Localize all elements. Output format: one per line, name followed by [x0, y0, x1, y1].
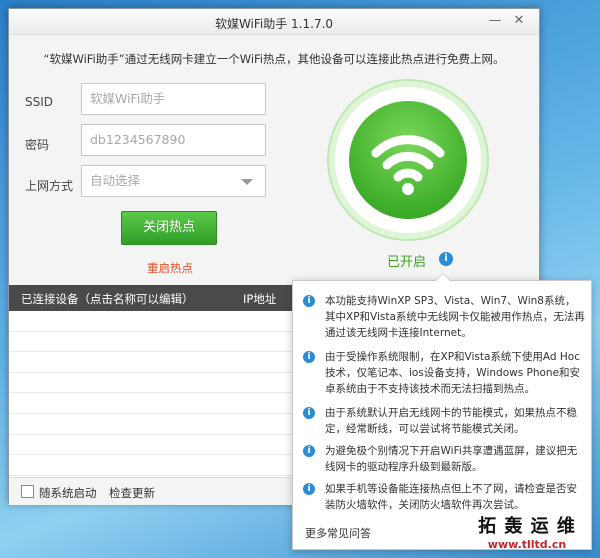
info-icon: i — [303, 445, 315, 457]
info-icon: i — [303, 295, 315, 307]
tip-item: i 由于受操作系统限制，在XP和Vista系统下使用Ad Hoc技术，仅笔记本、… — [303, 349, 585, 397]
watermark-text: 拓 轰 运 维 — [478, 516, 576, 537]
tip-item: i 由于系统默认开启无线网卡的节能模式，如果热点不稳定，经常断线，可以尝试将节能… — [303, 405, 585, 437]
tip-item: i 本功能支持WinXP SP3、Vista、Win7、Win8系统，其中XP和… — [303, 293, 585, 341]
wifi-icon — [371, 135, 445, 195]
col-ip-address[interactable]: IP地址 — [243, 291, 276, 307]
window-title: 软媒WiFi助手 1.1.7.0 — [214, 17, 334, 31]
tip-text: 由于受操作系统限制，在XP和Vista系统下使用Ad Hoc技术，仅笔记本、io… — [325, 351, 581, 395]
tip-text: 本功能支持WinXP SP3、Vista、Win7、Win8系统，其中XP和Vi… — [325, 295, 585, 339]
info-icon[interactable]: i — [439, 252, 453, 266]
more-faq-link[interactable]: 更多常见问答 — [305, 525, 371, 541]
password-input[interactable]: db1234567890 — [81, 124, 266, 156]
title-bar: 软媒WiFi助手 1.1.7.0 — ✕ — [9, 9, 539, 35]
close-button[interactable]: ✕ — [509, 12, 529, 30]
chevron-down-icon — [241, 179, 253, 185]
hotspot-status-circle[interactable] — [329, 81, 487, 239]
site-watermark: 拓 轰 运 维 www.tlltd.cn — [462, 512, 592, 551]
ssid-label: SSID — [25, 95, 54, 109]
info-icon: i — [303, 407, 315, 419]
close-hotspot-button[interactable]: 关闭热点 — [121, 211, 217, 245]
password-label: 密码 — [25, 138, 50, 152]
ssid-input[interactable]: 软媒WiFi助手 — [81, 83, 266, 115]
tip-text: 如果手机等设备能连接热点但上不了网，请检查是否安装防火墙软件，关闭防火墙软件再次… — [325, 483, 577, 511]
app-description: “软媒WiFi助手”通过无线网卡建立一个WiFi热点，其他设备可以连接此热点进行… — [43, 52, 505, 66]
hotspot-status-text: 已开启 — [387, 255, 427, 270]
method-select[interactable]: 自动选择 — [81, 165, 266, 197]
restart-hotspot-link[interactable]: 重启热点 — [147, 260, 193, 276]
method-label: 上网方式 — [25, 179, 74, 193]
info-popup: i 本功能支持WinXP SP3、Vista、Win7、Win8系统，其中XP和… — [292, 273, 592, 550]
method-select-value: 自动选择 — [90, 173, 141, 188]
col-device-name[interactable]: 已连接设备（点击名称可以编辑） — [21, 291, 194, 307]
popup-pointer — [435, 273, 451, 281]
autostart-label: 随系统启动 — [39, 486, 97, 500]
tip-item: i 如果手机等设备能连接热点但上不了网，请检查是否安装防火墙软件，关闭防火墙软件… — [303, 481, 585, 513]
minimize-button[interactable]: — — [485, 12, 505, 30]
tip-text: 为避免极个别情况下开启WiFi共享遭遇蓝屏，建议把无线网卡的驱动程序升级到最新版… — [325, 445, 578, 473]
info-icon: i — [303, 351, 315, 363]
autostart-checkbox[interactable] — [21, 485, 34, 498]
check-update-link[interactable]: 检查更新 — [109, 485, 155, 501]
info-icon: i — [303, 483, 315, 495]
tip-text: 由于系统默认开启无线网卡的节能模式，如果热点不稳定，经常断线，可以尝试将节能模式… — [325, 407, 577, 435]
wifi-circle — [349, 101, 467, 219]
watermark-url: www.tlltd.cn — [487, 538, 567, 551]
tip-item: i 为避免极个别情况下开启WiFi共享遭遇蓝屏，建议把无线网卡的驱动程序升级到最… — [303, 443, 585, 475]
